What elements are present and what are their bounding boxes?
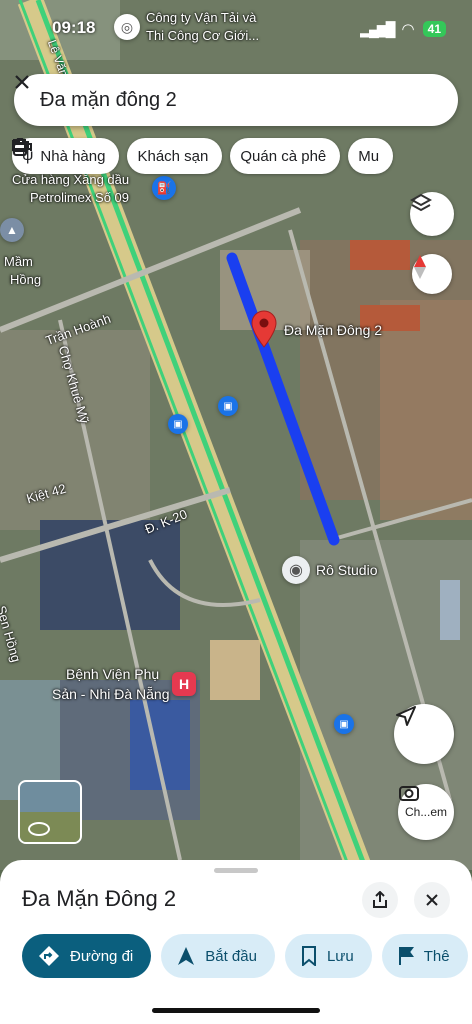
camera-search-button[interactable]: Ch...em xyxy=(398,784,454,840)
battery-level: 41 xyxy=(422,21,446,37)
chip-label: Mu xyxy=(358,147,380,165)
home-indicator xyxy=(152,1008,320,1013)
add-label-label: Thê xyxy=(423,947,450,965)
save-label: Lưu xyxy=(326,947,354,965)
signal-icon: ▂▄▆█ xyxy=(360,20,395,37)
save-button[interactable]: Lưu xyxy=(284,934,372,978)
bus-stop-icon[interactable]: ▣ xyxy=(168,414,188,434)
directions-icon xyxy=(39,946,59,966)
chip-cafes[interactable]: Quán cà phê xyxy=(13,138,341,174)
close-icon xyxy=(426,894,438,906)
add-label-button[interactable]: Thê xyxy=(381,934,468,978)
layers-button[interactable] xyxy=(410,192,454,236)
flag-icon xyxy=(398,947,414,965)
street-view-thumbnail[interactable] xyxy=(18,780,82,844)
shopping-bag-icon xyxy=(13,138,27,156)
place-bottom-sheet[interactable]: Đa Mặn Đông 2 Đường đi Bắt đầu Lưu Thê xyxy=(0,860,472,1024)
map-label-pin[interactable]: Đa Mặn Đông 2 xyxy=(284,322,382,338)
bus-stop-icon[interactable]: ▣ xyxy=(334,714,354,734)
search-input[interactable]: Đa mặn đông 2 xyxy=(40,89,408,112)
start-label: Bắt đầu xyxy=(205,947,257,965)
chip-hotels[interactable]: Khách sạn xyxy=(12,138,223,174)
bookmark-icon xyxy=(301,946,316,966)
navigation-arrow-icon xyxy=(178,947,195,965)
camera-icon xyxy=(399,786,419,801)
map-label-company-2[interactable]: Thi Công Cơ Giới... xyxy=(146,28,259,43)
bus-stop-icon[interactable]: ▣ xyxy=(218,396,238,416)
place-title: Đa Mặn Đông 2 xyxy=(22,886,177,911)
directions-button[interactable]: Đường đi xyxy=(22,934,152,978)
status-time: 09:18 xyxy=(52,18,96,37)
location-pin-icon[interactable] xyxy=(250,310,278,348)
start-button[interactable]: Bắt đầu xyxy=(161,934,275,978)
map-label-hospital[interactable]: Bệnh Viện Phụ xyxy=(66,666,159,682)
school-icon[interactable]: ▲ xyxy=(0,218,24,242)
compass-icon xyxy=(414,255,426,279)
clear-search-button[interactable] xyxy=(15,75,448,120)
chip-label: Quán cà phê xyxy=(240,147,327,165)
share-button[interactable] xyxy=(362,882,398,918)
status-icons: ▂▄▆█ ◠ 41 xyxy=(360,20,446,38)
my-location-button[interactable] xyxy=(394,704,454,764)
camera-search-label: Ch...em xyxy=(404,805,447,819)
action-buttons: Đường đi Bắt đầu Lưu Thê xyxy=(22,934,468,978)
search-bar[interactable]: Đa mặn đông 2 xyxy=(14,74,458,126)
map-view[interactable]: 09:18 ▂▄▆█ ◠ 41 Công ty Vận Tải và Thi C… xyxy=(0,0,472,870)
layers-icon xyxy=(410,193,432,212)
chip-shopping[interactable]: Mu xyxy=(13,138,394,174)
rotate-360-icon xyxy=(28,822,50,836)
map-label-hong: Hồng xyxy=(10,272,42,287)
gas-station-icon[interactable]: ⛽ xyxy=(152,176,176,200)
map-label-company[interactable]: Công ty Vận Tải và xyxy=(146,10,256,25)
map-label-gas-station[interactable]: Cửa hàng Xăng dầu xyxy=(12,172,129,187)
category-chips: ψ Nhà hàng Khách sạn Quán cà phê Mu xyxy=(12,138,394,174)
compass-button[interactable] xyxy=(412,254,452,294)
close-sheet-button[interactable] xyxy=(414,882,450,918)
map-label-ro-studio[interactable]: Rô Studio xyxy=(316,562,377,578)
map-label-mam: Mầm xyxy=(4,254,33,269)
sheet-drag-handle[interactable] xyxy=(214,868,258,873)
map-label-hospital-2[interactable]: Sản - Nhi Đà Nẵng xyxy=(52,686,170,702)
chip-label: Nhà hàng xyxy=(40,147,106,165)
place-marker-icon[interactable]: ◉ xyxy=(282,556,310,584)
map-label-gas-station-2[interactable]: Petrolimex Số 09 xyxy=(30,190,129,205)
navigation-arrow-icon xyxy=(396,706,416,726)
share-icon xyxy=(373,891,387,908)
close-icon xyxy=(15,75,29,89)
hospital-icon[interactable]: H xyxy=(172,672,196,696)
directions-label: Đường đi xyxy=(70,947,134,965)
place-pin-icon[interactable]: ◎ xyxy=(114,14,140,40)
chip-label: Khách sạn xyxy=(137,147,209,165)
wifi-icon: ◠ xyxy=(401,21,415,38)
